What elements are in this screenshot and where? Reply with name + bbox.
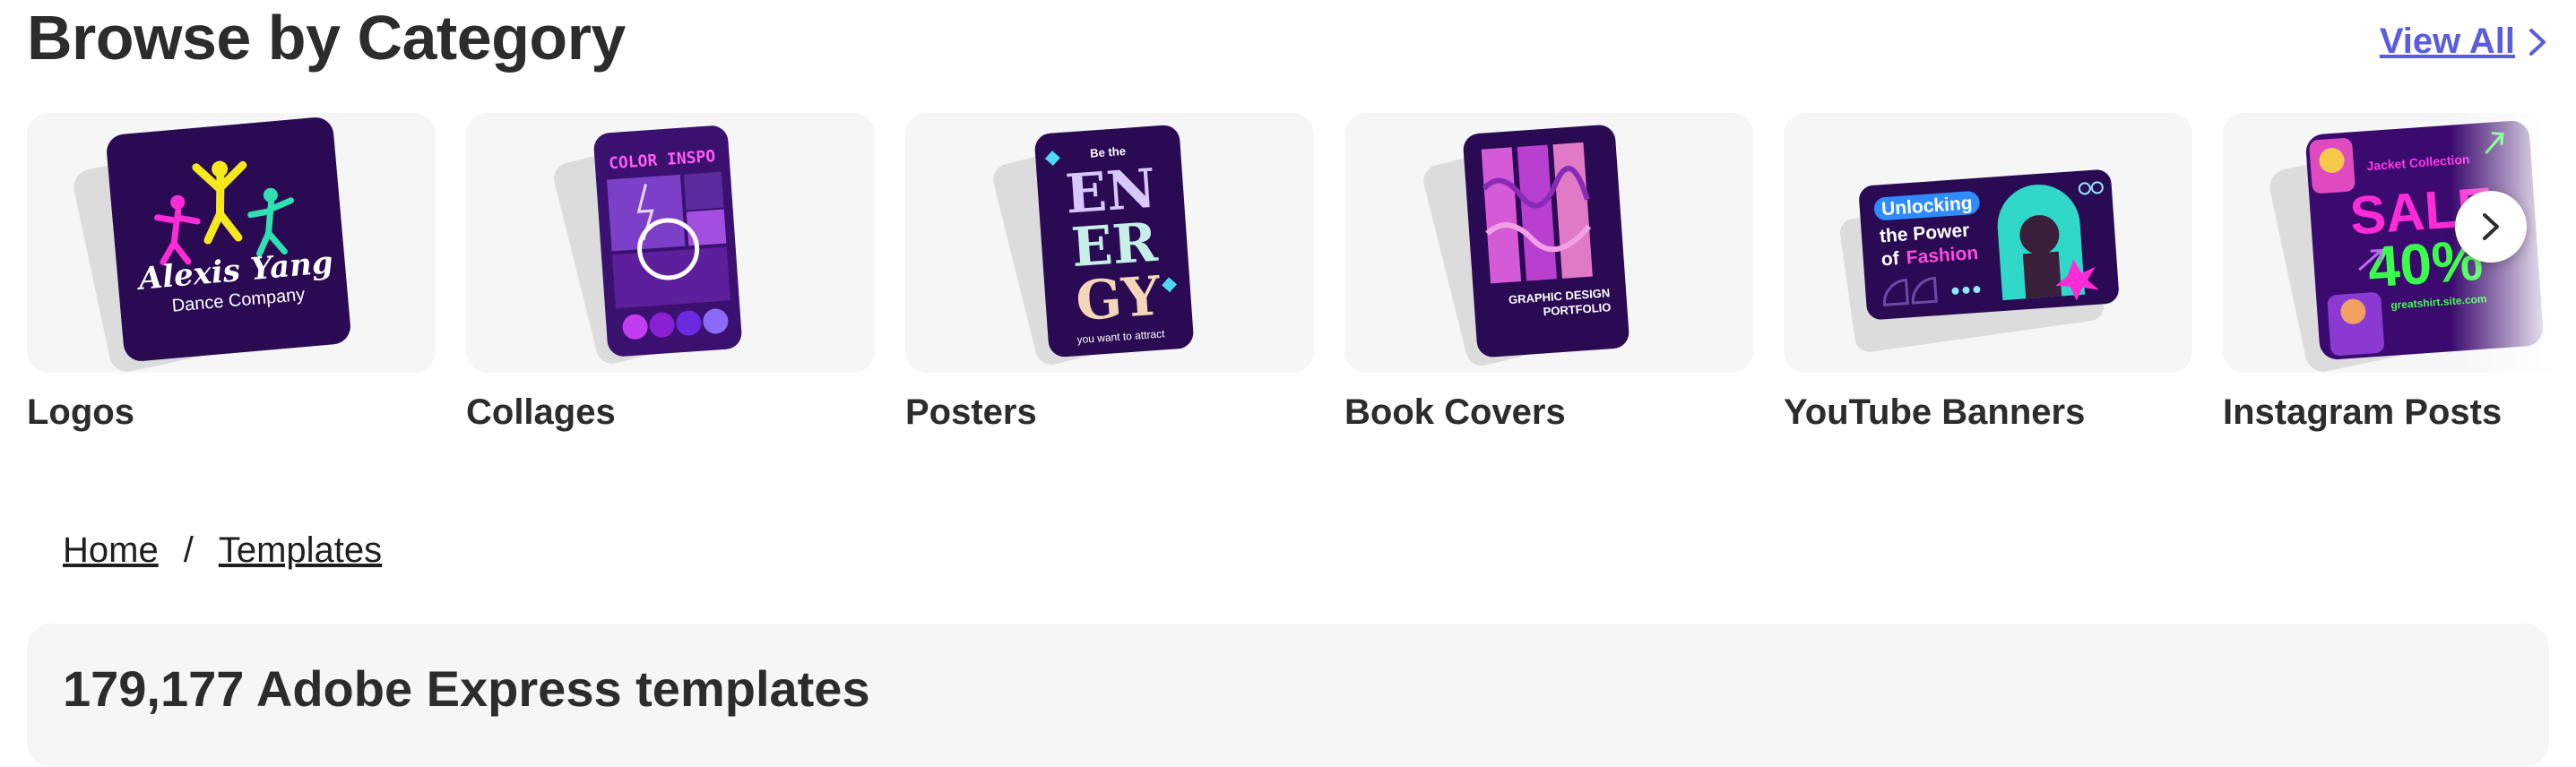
view-all-link[interactable]: View All [2380, 22, 2549, 62]
breadcrumb-home[interactable]: Home [63, 530, 159, 571]
category-thumbnail: Jacket Collection SALE 40% greatshirt.si… [2223, 113, 2576, 373]
carousel-next-button[interactable] [2455, 191, 2527, 263]
category-card-book-covers[interactable]: GRAPHIC DESIGN PORTFOLIO Book Covers [1344, 113, 1753, 433]
breadcrumb-templates[interactable]: Templates [219, 530, 382, 571]
view-all-label: View All [2379, 22, 2515, 61]
category-label: Collages [466, 392, 616, 432]
category-thumbnail: Unlocking the Power of Fashion [1784, 113, 2192, 373]
category-card-youtube-banners[interactable]: Unlocking the Power of Fashion YouTube B… [1784, 113, 2192, 433]
category-card-logos[interactable]: Alexis Yang Dance Company Logos [27, 113, 436, 433]
banner-thumb-line3: of [1880, 248, 1900, 270]
category-thumbnail: GRAPHIC DESIGN PORTFOLIO [1344, 113, 1753, 373]
category-card-posters[interactable]: Be the EN ER GY you want to attract Post… [905, 113, 1314, 433]
category-label: Posters [905, 392, 1037, 432]
category-label: Book Covers [1344, 392, 1566, 432]
category-thumbnail: Be the EN ER GY you want to attract [905, 113, 1314, 373]
chevron-right-icon [2483, 213, 2499, 240]
category-thumbnail: COLOR INSPO [466, 113, 875, 373]
category-thumbnail: Alexis Yang Dance Company [27, 113, 436, 373]
section-title: Browse by Category [27, 3, 626, 73]
poster-thumb-word3: GY [1074, 265, 1163, 333]
breadcrumb: Home / Templates [63, 530, 382, 571]
category-card-collages[interactable]: COLOR INSPO Collages [466, 113, 875, 433]
chevron-right-icon [2529, 28, 2546, 56]
category-label: Logos [27, 392, 134, 432]
category-carousel: Alexis Yang Dance Company Logos COLOR IN… [27, 113, 2576, 444]
category-label: Instagram Posts [2223, 392, 2503, 432]
results-panel: 179,177 Adobe Express templates [27, 624, 2549, 767]
poster-thumb-kicker: Be the [1090, 144, 1127, 160]
category-card-instagram-posts[interactable]: Jacket Collection SALE 40% greatshirt.si… [2223, 113, 2576, 433]
category-label: YouTube Banners [1784, 392, 2086, 432]
results-count-title: 179,177 Adobe Express templates [63, 660, 870, 717]
breadcrumb-separator: / [183, 530, 194, 570]
